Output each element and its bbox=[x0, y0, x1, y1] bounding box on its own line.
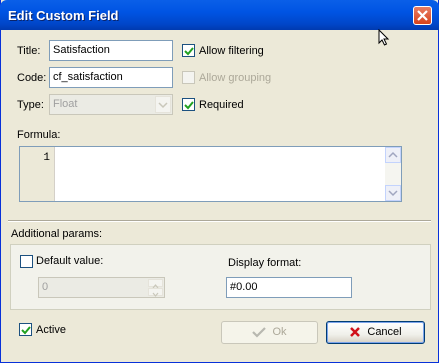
scroll-up-button[interactable] bbox=[385, 147, 401, 163]
title-bar[interactable]: Edit Custom Field bbox=[0, 0, 439, 30]
default-value-checkbox[interactable] bbox=[20, 255, 33, 268]
display-format-label: Display format: bbox=[228, 257, 302, 269]
checkmark-icon bbox=[184, 47, 194, 56]
dialog-title: Edit Custom Field bbox=[8, 8, 119, 23]
checkmark-icon bbox=[252, 327, 267, 338]
line-number: 1 bbox=[43, 152, 50, 164]
arrow-down-icon bbox=[152, 292, 159, 297]
formula-label: Formula: bbox=[17, 129, 61, 141]
checkmark-icon bbox=[21, 326, 31, 335]
type-dropdown-button[interactable] bbox=[155, 96, 171, 113]
close-icon bbox=[417, 10, 428, 21]
formula-gutter: 1 bbox=[20, 147, 55, 201]
chevron-down-icon bbox=[158, 102, 168, 109]
required-checkbox[interactable] bbox=[182, 98, 195, 111]
arrow-down-icon bbox=[388, 190, 398, 197]
spin-up-button[interactable] bbox=[148, 279, 163, 289]
required-label[interactable]: Required bbox=[199, 99, 244, 111]
default-value-spinner[interactable]: 0 bbox=[38, 277, 165, 298]
active-checkbox[interactable] bbox=[19, 323, 32, 336]
cancel-button[interactable]: Cancel bbox=[326, 321, 425, 344]
ok-button-label: Ok bbox=[272, 326, 287, 338]
spin-buttons[interactable] bbox=[148, 279, 163, 297]
cancel-x-icon bbox=[350, 327, 361, 337]
code-label: Code: bbox=[17, 72, 47, 84]
cancel-button-label: Cancel bbox=[367, 326, 402, 338]
additional-params-label: Additional params: bbox=[11, 228, 103, 240]
type-label: Type: bbox=[17, 99, 44, 111]
default-value-label[interactable]: Default value: bbox=[36, 255, 103, 267]
display-format-input[interactable]: #0.00 bbox=[226, 277, 352, 298]
spin-down-button[interactable] bbox=[148, 288, 163, 297]
additional-params-panel: Default value: 0 Display format: #0.00 bbox=[10, 244, 431, 310]
ok-button[interactable]: Ok bbox=[221, 321, 318, 344]
code-input[interactable]: cf_satisfaction bbox=[49, 67, 173, 88]
type-select-value: Float bbox=[53, 98, 78, 110]
formula-scrollbar[interactable] bbox=[385, 147, 401, 201]
formula-editor[interactable]: 1 bbox=[19, 146, 402, 202]
scroll-down-button[interactable] bbox=[385, 185, 401, 201]
allow-grouping-checkbox[interactable] bbox=[182, 71, 195, 84]
type-select[interactable]: Float bbox=[49, 94, 173, 115]
title-input[interactable]: Satisfaction bbox=[49, 40, 173, 61]
allow-filtering-checkbox[interactable] bbox=[182, 44, 195, 57]
arrow-up-icon bbox=[388, 151, 398, 158]
title-label: Title: bbox=[17, 45, 41, 57]
mouse-cursor-icon bbox=[378, 29, 390, 46]
allow-filtering-label[interactable]: Allow filtering bbox=[199, 45, 264, 57]
checkmark-icon bbox=[184, 101, 194, 110]
active-label[interactable]: Active bbox=[36, 324, 66, 336]
allow-grouping-label: Allow grouping bbox=[199, 72, 272, 84]
default-value: 0 bbox=[42, 281, 49, 293]
close-button[interactable] bbox=[413, 6, 432, 25]
separator bbox=[8, 220, 431, 222]
edit-custom-field-dialog: Edit Custom Field Title: Satisfaction Co… bbox=[0, 0, 439, 363]
